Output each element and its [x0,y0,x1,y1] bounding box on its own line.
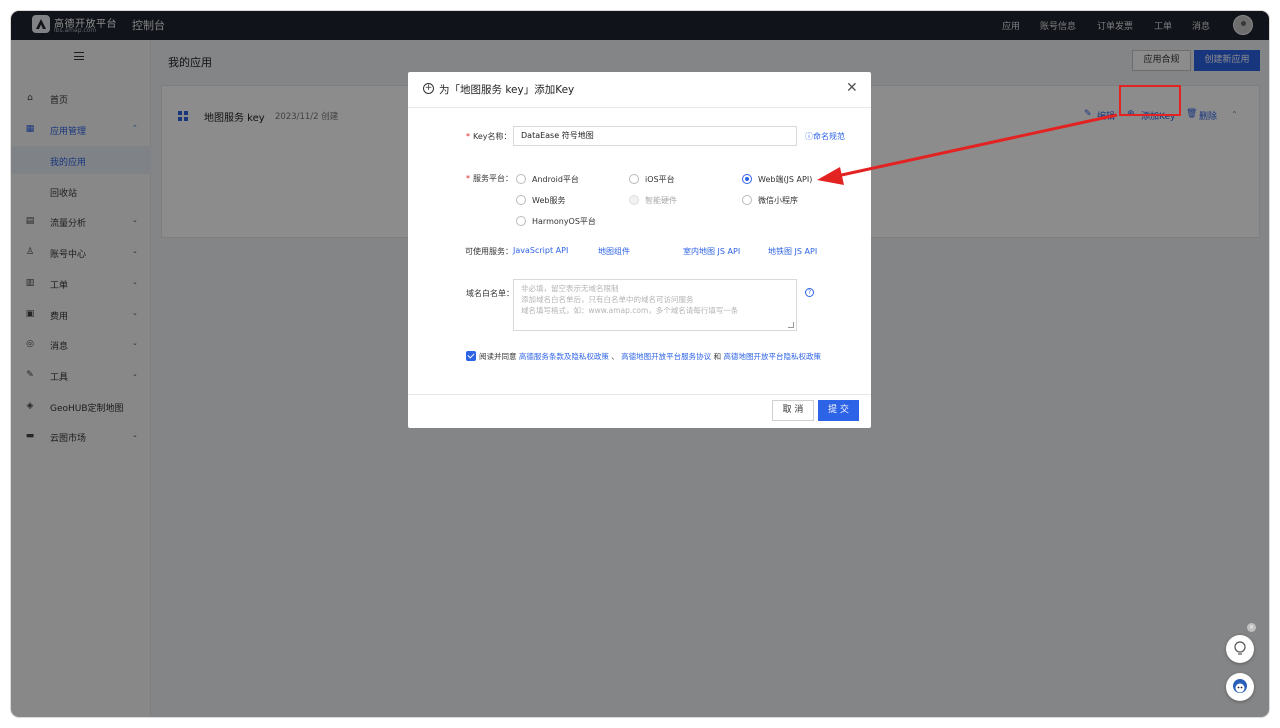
assistant-avatar-icon [1233,679,1247,693]
resize-handle-icon[interactable] [788,322,794,328]
lightbulb-icon [1234,641,1246,655]
add-key-dialog: + 为「地图服务 key」添加Key ✕ * Key名称： DataEase 符号… [408,72,871,428]
key-name-label: * Key名称： [466,132,512,141]
agreement-text: 阅读并同意 高德服务条款及隐私权政策 、 高德地图开放平台服务协议 和 高德地图… [479,352,821,361]
domain-whitelist-textarea[interactable]: 非必填，留空表示无域名限制 添加域名白名单后，只有白名单中的域名可访问服务 域名… [513,279,797,331]
service-map-components[interactable]: 地图组件 [598,246,630,257]
dialog-footer-divider [408,394,871,395]
browser-frame: 高德开放平台 lbs.amap.com 控制台 应用 账号信息 订单发票 工单 … [11,11,1269,717]
tips-bulb-button[interactable] [1226,635,1254,663]
privacy-policy-link[interactable]: 高德地图开放平台隐私权政策 [723,352,821,361]
platform-label: * 服务平台： [466,174,513,183]
customer-service-button[interactable] [1226,673,1254,701]
whitelist-placeholder-line: 非必填，留空表示无域名限制 [521,284,619,293]
terms-privacy-link[interactable]: 高德服务条款及隐私权政策 [519,352,609,361]
cancel-button[interactable]: 取 消 [772,400,814,421]
service-subway-map-js-api[interactable]: 地铁图 JS API [768,246,817,257]
domain-whitelist-label: 域名白名单： [466,289,514,298]
whitelist-placeholder-line: 添加域名白名单后，只有白名单中的域名可访问服务 [521,295,694,304]
add-circle-icon: + [423,83,434,94]
naming-rule-link[interactable]: ⓘ命名规范 [805,131,845,142]
whitelist-placeholder-line: 域名填写格式，如：www.amap.com，多个域名请每行填写一条 [521,306,739,315]
dialog-header: + 为「地图服务 key」添加Key ✕ [408,72,871,108]
service-agreement-link[interactable]: 高德地图开放平台服务协议 [621,352,711,361]
available-services-label: 可使用服务： [465,247,513,256]
service-javascript-api[interactable]: JavaScript API [513,246,568,255]
annotation-highlight-box [1119,85,1181,116]
dialog-title: 为「地图服务 key」添加Key [439,84,575,96]
agree-checkbox[interactable] [466,351,476,361]
close-badge-icon[interactable]: × [1247,623,1256,632]
key-name-input[interactable]: DataEase 符号地图 [513,126,797,146]
close-icon[interactable]: ✕ [846,80,858,96]
service-indoor-map-js-api[interactable]: 室内地图 JS API [683,246,740,257]
submit-button[interactable]: 提 交 [818,400,859,421]
help-icon[interactable]: ? [805,288,814,297]
